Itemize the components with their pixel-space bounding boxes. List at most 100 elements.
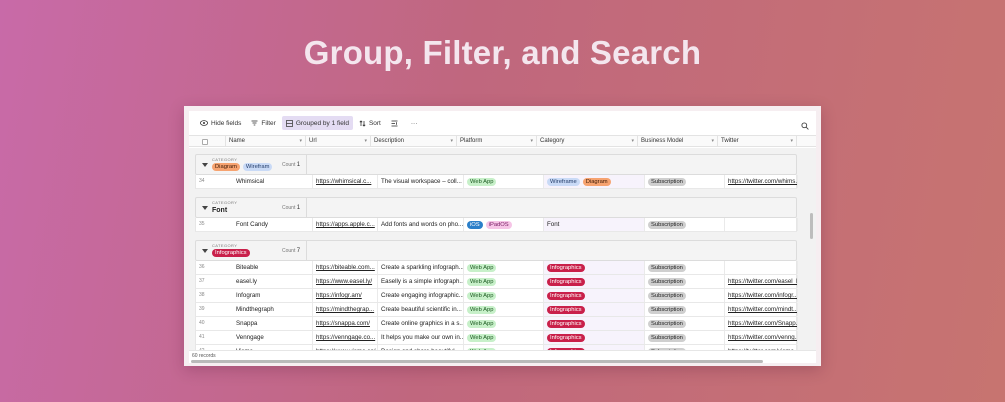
cell-business[interactable]: Subscription bbox=[645, 275, 725, 288]
column-header-name[interactable]: Name ▾ bbox=[226, 136, 306, 147]
group-header[interactable]: CATEGORY Diagram Wirefram Count 1 bbox=[195, 154, 797, 175]
cell-url[interactable]: https://biteable.com... bbox=[313, 261, 378, 274]
cell-category[interactable]: Infographics bbox=[544, 317, 645, 330]
table-row[interactable]: 35 Font Candy https://apps.apple.c... Add f… bbox=[195, 218, 798, 232]
cell-business[interactable]: Subscription bbox=[645, 175, 725, 188]
column-header-business-model[interactable]: Business Model ▾ bbox=[638, 136, 718, 147]
count-value: 1 bbox=[296, 205, 301, 211]
table-row[interactable]: 37 easel.ly https://www.easel.ly/Easelly i… bbox=[195, 275, 798, 289]
chevron-down-icon: ▾ bbox=[364, 138, 367, 144]
cell-url[interactable]: https://infogr.am/ bbox=[313, 289, 378, 302]
cell-category[interactable]: Infographics bbox=[544, 331, 645, 344]
cell-description[interactable]: The visual workspace – coll... bbox=[378, 175, 464, 188]
cell-name[interactable]: Biteable bbox=[233, 261, 313, 274]
table-row[interactable]: 34 Whimsical https://whimsical.c... The vis… bbox=[195, 175, 798, 189]
column-header-url[interactable]: Url ▾ bbox=[306, 136, 371, 147]
cell-business[interactable]: Subscription bbox=[645, 218, 725, 231]
tag-pill: Font bbox=[547, 220, 560, 228]
column-header-description[interactable]: Description ▾ bbox=[371, 136, 457, 147]
cell-business[interactable]: Subscription bbox=[645, 317, 725, 330]
cell-twitter[interactable] bbox=[725, 218, 798, 231]
cell-twitter[interactable] bbox=[725, 261, 798, 274]
cell-name[interactable]: easel.ly bbox=[233, 275, 313, 288]
cell-url[interactable]: https://venngage.co... bbox=[313, 331, 378, 344]
cell-description[interactable]: Create online graphics in a s... bbox=[378, 317, 464, 330]
row-height-button[interactable] bbox=[387, 116, 405, 130]
cell-name[interactable]: Infogram bbox=[233, 289, 313, 302]
cell-business[interactable]: Subscription bbox=[645, 261, 725, 274]
cell-url[interactable]: https://apps.apple.c... bbox=[313, 218, 378, 231]
cell-description[interactable]: Create beautiful scientific in... bbox=[378, 303, 464, 316]
column-header-category[interactable]: Category ▾ bbox=[537, 136, 638, 147]
chevron-down-icon: ▾ bbox=[450, 138, 453, 144]
cell-business[interactable]: Subscription bbox=[645, 289, 725, 302]
cell-name[interactable]: Snappa bbox=[233, 317, 313, 330]
cell-platform[interactable]: Web App bbox=[464, 289, 544, 302]
table-row[interactable]: 41 Venngage https://venngage.co... It helps… bbox=[195, 331, 798, 345]
filter-label: Filter bbox=[261, 119, 276, 127]
cell-platform[interactable]: Web App bbox=[464, 331, 544, 344]
cell-platform[interactable]: Web App bbox=[464, 317, 544, 330]
cell-url[interactable]: https://snappa.com/ bbox=[313, 317, 378, 330]
column-header-label: Name bbox=[229, 138, 246, 144]
cell-twitter[interactable]: https://twitter.com/infogr... bbox=[725, 289, 798, 302]
cell-category[interactable]: Wireframe Diagram bbox=[544, 175, 645, 188]
cell-platform[interactable]: Web App bbox=[464, 275, 544, 288]
table-row[interactable]: 40 Snappa https://snappa.com/Create online… bbox=[195, 317, 798, 331]
cell-twitter[interactable]: https://twitter.com/Snapp... bbox=[725, 317, 798, 330]
cell-platform[interactable]: Web App bbox=[464, 261, 544, 274]
cell-platform[interactable]: Web App bbox=[464, 303, 544, 316]
cell-twitter[interactable]: https://twitter.com/easel_ly bbox=[725, 275, 798, 288]
cell-twitter[interactable]: https://twitter.com/mindt... bbox=[725, 303, 798, 316]
cell-category[interactable]: Infographics bbox=[544, 289, 645, 302]
cell-description[interactable]: Easelly is a simple infograph... bbox=[378, 275, 464, 288]
column-header-label: Category bbox=[540, 138, 565, 144]
cell-platform[interactable]: Web App bbox=[464, 175, 544, 188]
search-button[interactable] bbox=[801, 117, 809, 135]
group-header[interactable]: CATEGORY Font Count 1 bbox=[195, 197, 797, 218]
sort-button[interactable]: Sort bbox=[355, 116, 385, 130]
cell-name[interactable]: Mindthegraph bbox=[233, 303, 313, 316]
cell-description[interactable]: Create engaging infographic... bbox=[378, 289, 464, 302]
cell-category[interactable]: Infographics bbox=[544, 261, 645, 274]
tag-pill: Web App bbox=[467, 291, 497, 300]
tag-pill: Diagram bbox=[582, 177, 611, 186]
cell-url[interactable]: https://whimsical.c... bbox=[313, 175, 378, 188]
table-row[interactable]: 36 Biteable https://biteable.com... Create … bbox=[195, 261, 798, 275]
cell-name[interactable]: Whimsical bbox=[233, 175, 313, 188]
cell-platform[interactable]: iOS iPadOS bbox=[464, 218, 544, 231]
cell-description[interactable]: Add fonts and words on pho... bbox=[378, 218, 464, 231]
vertical-scrollbar[interactable] bbox=[810, 213, 813, 239]
collapse-toggle-icon[interactable] bbox=[202, 206, 208, 210]
table-row[interactable]: 38 Infogram https://infogr.am/Create engag… bbox=[195, 289, 798, 303]
group-field-label: CATEGORY bbox=[212, 243, 238, 248]
collapse-toggle-icon[interactable] bbox=[202, 163, 208, 167]
filter-button[interactable]: Filter bbox=[247, 116, 279, 130]
horizontal-scrollbar[interactable] bbox=[191, 360, 763, 363]
cell-description[interactable]: It helps you make our own in... bbox=[378, 331, 464, 344]
cell-twitter[interactable]: https://twitter.com/whims... bbox=[725, 175, 798, 188]
cell-url[interactable]: https://mindthegrap... bbox=[313, 303, 378, 316]
group-header[interactable]: CATEGORY Infographics Count 7 bbox=[195, 240, 797, 261]
table-row[interactable]: 39 Mindthegraph https://mindthegrap... Crea… bbox=[195, 303, 798, 317]
cell-name[interactable]: Venngage bbox=[233, 331, 313, 344]
column-header-twitter[interactable]: Twitter ▾ bbox=[718, 136, 797, 147]
cell-category[interactable]: Infographics bbox=[544, 303, 645, 316]
collapse-toggle-icon[interactable] bbox=[202, 249, 208, 253]
more-button[interactable]: ··· bbox=[407, 116, 422, 130]
cell-business[interactable]: Subscription bbox=[645, 303, 725, 316]
group-field-label: CATEGORY bbox=[212, 200, 238, 205]
cell-description[interactable]: Create a sparkling infograph... bbox=[378, 261, 464, 274]
column-header-platform[interactable]: Platform ▾ bbox=[457, 136, 537, 147]
hide-fields-button[interactable]: Hide fields bbox=[196, 116, 245, 130]
cell-business[interactable]: Subscription bbox=[645, 331, 725, 344]
cell-name[interactable]: Font Candy bbox=[233, 218, 313, 231]
count-label: Count bbox=[282, 205, 296, 211]
cell-url[interactable]: https://www.easel.ly/ bbox=[313, 275, 378, 288]
cell-category[interactable]: Font bbox=[544, 218, 645, 231]
group-button[interactable]: Grouped by 1 field bbox=[281, 116, 353, 130]
tag-pill: Subscription bbox=[648, 292, 686, 300]
cell-twitter[interactable]: https://twitter.com/venng... bbox=[725, 331, 798, 344]
cell-category[interactable]: Infographics bbox=[544, 275, 645, 288]
select-all-checkbox[interactable] bbox=[202, 139, 208, 145]
